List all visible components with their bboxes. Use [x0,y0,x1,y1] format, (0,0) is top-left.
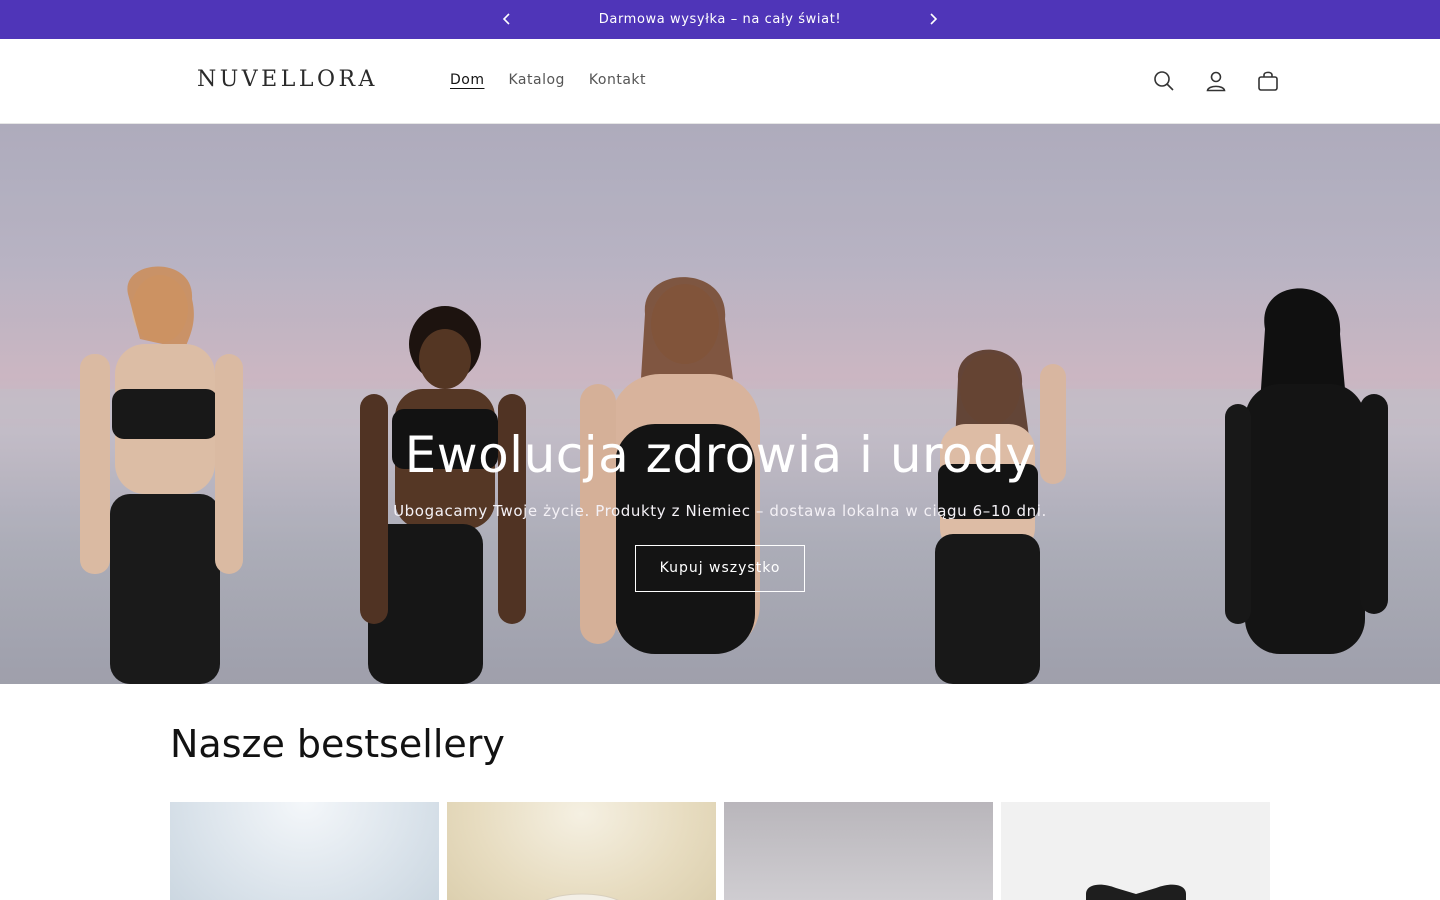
bestsellers-title: Nasze bestsellery [170,722,505,766]
product-card[interactable] [724,802,993,900]
product-card[interactable] [1001,802,1270,900]
hero-banner: Ewolucja zdrowia i urody Ubogacamy Twoje… [0,124,1440,684]
product-grid [170,802,1270,900]
nav-link-dom[interactable]: Dom [450,72,484,88]
header-icons [1148,65,1284,97]
cart-icon[interactable] [1252,65,1284,97]
store-logo[interactable]: NUVELLORA [197,67,378,92]
chevron-right-icon[interactable] [922,8,944,30]
hero-content: Ewolucja zdrowia i urody Ubogacamy Twoje… [0,424,1440,592]
hero-subtitle: Ubogacamy Twoje życie. Produkty z Niemie… [393,502,1047,520]
site-header: NUVELLORA Dom Katalog Kontakt [0,39,1440,124]
hero-overlay [0,124,1440,684]
nav-link-kontakt[interactable]: Kontakt [589,72,646,88]
announcement-bar: Darmowa wysyłka – na cały świat! [0,0,1440,39]
chevron-left-icon[interactable] [496,8,518,30]
product-card[interactable] [447,802,716,900]
product-card[interactable] [170,802,439,900]
product-image [724,802,993,900]
nav-link-katalog[interactable]: Katalog [508,72,564,88]
product-image [545,893,619,900]
main-nav: Dom Katalog Kontakt [450,72,646,88]
product-image [1086,884,1186,900]
product-image [170,802,439,900]
hero-title: Ewolucja zdrowia i urody [404,426,1036,484]
search-icon[interactable] [1148,65,1180,97]
account-icon[interactable] [1200,65,1232,97]
announcement-text: Darmowa wysyłka – na cały świat! [598,12,842,27]
shop-all-button[interactable]: Kupuj wszystko [635,545,805,592]
